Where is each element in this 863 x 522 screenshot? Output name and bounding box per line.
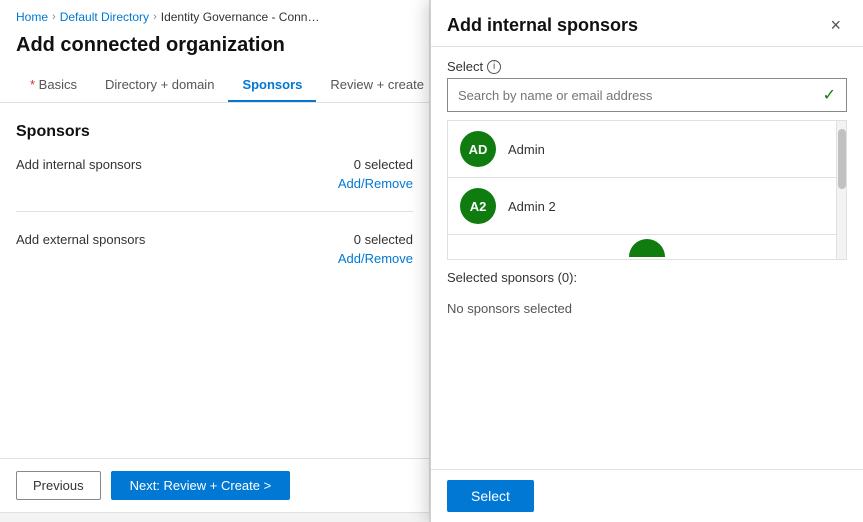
external-sponsors-count: 0 selected bbox=[338, 232, 413, 247]
select-button[interactable]: Select bbox=[447, 480, 534, 512]
selected-sponsors-label: Selected sponsors (0): bbox=[447, 270, 847, 285]
breadcrumb-sep-2: › bbox=[153, 11, 157, 23]
half-avatar bbox=[629, 239, 665, 257]
external-sponsors-label: Add external sponsors bbox=[16, 232, 156, 247]
breadcrumb-governance: Identity Governance - Connected organ bbox=[161, 10, 321, 24]
search-input[interactable] bbox=[448, 82, 813, 109]
footer-actions: Previous Next: Review + Create > bbox=[0, 458, 429, 512]
modal-body: Select i ✓ AD Admin A2 Admin 2 Selec bbox=[431, 47, 863, 469]
section-title: Sponsors bbox=[16, 123, 413, 141]
no-sponsors-text: No sponsors selected bbox=[447, 293, 847, 324]
select-label: Select i bbox=[447, 59, 847, 74]
avatar-admin2: A2 bbox=[460, 188, 496, 224]
previous-button[interactable]: Previous bbox=[16, 471, 101, 500]
modal-footer: Select bbox=[431, 469, 863, 522]
tab-sponsors[interactable]: Sponsors bbox=[228, 69, 316, 102]
user-list: AD Admin A2 Admin 2 bbox=[447, 120, 847, 260]
close-button[interactable]: × bbox=[824, 14, 847, 36]
bottom-scrollbar bbox=[0, 512, 429, 522]
search-check-icon: ✓ bbox=[813, 79, 846, 111]
user-name-admin: Admin bbox=[508, 142, 545, 157]
breadcrumb-directory[interactable]: Default Directory bbox=[60, 10, 149, 24]
external-sponsors-row: Add external sponsors 0 selected Add/Rem… bbox=[16, 232, 413, 266]
internal-sponsors-row: Add internal sponsors 0 selected Add/Rem… bbox=[16, 157, 413, 191]
user-name-admin2: Admin 2 bbox=[508, 199, 556, 214]
tab-basics[interactable]: Basics bbox=[16, 69, 91, 102]
user-item-admin[interactable]: AD Admin bbox=[448, 121, 846, 178]
list-scrollbar[interactable] bbox=[836, 121, 846, 259]
page-title: Add connected organization bbox=[0, 30, 429, 69]
selected-area: Selected sponsors (0): No sponsors selec… bbox=[447, 270, 847, 457]
left-panel: Home › Default Directory › Identity Gove… bbox=[0, 0, 430, 522]
external-sponsors-right: 0 selected Add/Remove bbox=[338, 232, 413, 266]
content-area: Sponsors Add internal sponsors 0 selecte… bbox=[0, 103, 429, 458]
internal-sponsors-count: 0 selected bbox=[338, 157, 413, 172]
internal-add-remove-link[interactable]: Add/Remove bbox=[338, 176, 413, 191]
scrollbar-thumb bbox=[838, 129, 846, 189]
modal-header: Add internal sponsors × bbox=[431, 0, 863, 47]
tab-review-create[interactable]: Review + create bbox=[316, 69, 438, 102]
breadcrumb-home[interactable]: Home bbox=[16, 10, 48, 24]
tabs-container: Basics Directory + domain Sponsors Revie… bbox=[0, 69, 429, 103]
select-text: Select bbox=[447, 59, 483, 74]
breadcrumb-sep-1: › bbox=[52, 11, 56, 23]
internal-sponsors-label: Add internal sponsors bbox=[16, 157, 156, 172]
breadcrumb: Home › Default Directory › Identity Gove… bbox=[0, 0, 429, 30]
partial-avatar-indicator bbox=[448, 235, 846, 259]
external-add-remove-link[interactable]: Add/Remove bbox=[338, 251, 413, 266]
tab-directory-domain[interactable]: Directory + domain bbox=[91, 69, 228, 102]
internal-sponsors-right: 0 selected Add/Remove bbox=[338, 157, 413, 191]
sponsors-divider bbox=[16, 211, 413, 212]
info-icon[interactable]: i bbox=[487, 60, 501, 74]
modal-overlay: Add internal sponsors × Select i ✓ AD Ad… bbox=[430, 0, 863, 522]
next-button[interactable]: Next: Review + Create > bbox=[111, 471, 291, 500]
avatar-admin: AD bbox=[460, 131, 496, 167]
modal-title: Add internal sponsors bbox=[447, 15, 638, 36]
search-wrapper: ✓ bbox=[447, 78, 847, 112]
user-item-admin2[interactable]: A2 Admin 2 bbox=[448, 178, 846, 235]
